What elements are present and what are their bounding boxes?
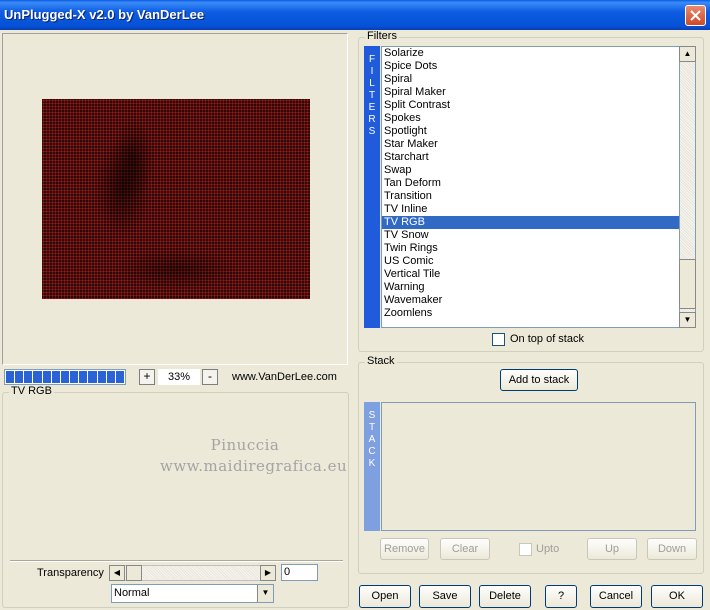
zoom-out-button[interactable]: - [202,369,218,385]
scroll-right-icon[interactable]: ▶ [260,565,276,581]
filter-item[interactable]: US Comic [382,255,679,268]
filters-tab[interactable]: FILTERS [364,46,380,328]
zoom-in-button[interactable]: + [139,369,155,385]
ok-button[interactable]: OK [651,585,703,608]
stack-tab-letter: T [368,422,376,433]
filter-item[interactable]: Spiral Maker [382,86,679,99]
filter-item[interactable]: Wavemaker [382,294,679,307]
filter-item[interactable]: Zoomlens [382,307,679,320]
filter-item[interactable]: TV Inline [382,203,679,216]
filters-tab-letter: I [370,66,374,77]
stack-tab[interactable]: STACK [364,402,380,531]
progress-fill [6,371,125,383]
zoom-level: 33% [158,369,200,385]
filters-tab-letter: F [368,54,376,65]
title-bar[interactable]: UnPlugged-X v2.0 by VanDerLee [0,0,710,30]
help-button[interactable]: ? [545,585,577,608]
filter-item[interactable]: Transition [382,190,679,203]
filter-list[interactable]: Solarize Spice Dots Spiral Spiral Maker Spli… [381,46,679,328]
watermark-line-1: Pinuccia [210,436,280,454]
stack-tab-letter: A [368,434,376,445]
upto-label: Upto [536,543,560,555]
filter-item[interactable]: Warning [382,281,679,294]
down-button[interactable]: Down [647,538,697,560]
filters-tab-letter: R [368,114,376,125]
scroll-left-icon[interactable]: ◀ [109,565,125,581]
transparency-slider[interactable]: ◀ ▶ [109,565,276,581]
add-to-stack-button[interactable]: Add to stack [500,369,578,391]
params-divider [10,560,343,562]
scroll-thumb[interactable] [679,259,696,309]
params-group-label: TV RGB [9,385,54,397]
save-button[interactable]: Save [419,585,471,608]
delete-button[interactable]: Delete [479,585,531,608]
close-icon [690,10,701,21]
stack-tab-letter: K [368,458,376,469]
watermark: Pinuccia www.maidiregrafica.eu [160,435,348,477]
filter-item[interactable]: Spiral [382,73,679,86]
stack-tab-letter: S [368,410,376,421]
cancel-button[interactable]: Cancel [590,585,642,608]
window-title: UnPlugged-X v2.0 by VanDerLee [4,7,205,22]
filters-tab-letter: E [368,102,376,113]
filter-item[interactable]: Spokes [382,112,679,125]
chevron-down-icon[interactable]: ▼ [257,585,273,602]
close-button[interactable] [685,5,706,26]
scroll-up-icon[interactable]: ▲ [679,46,696,62]
plugin-window: UnPlugged-X v2.0 by VanDerLee + 33% - ww… [0,0,710,610]
blend-mode-select[interactable]: Normal ▼ [111,584,274,603]
open-button[interactable]: Open [359,585,411,608]
up-button[interactable]: Up [587,538,637,560]
filter-item[interactable]: Tan Deform [382,177,679,190]
render-progress-bar [4,369,126,385]
stack-list[interactable] [381,402,696,531]
on-top-label: On top of stack [510,333,584,345]
clear-button[interactable]: Clear [440,538,490,560]
on-top-checkbox[interactable] [492,333,505,346]
slider-thumb[interactable] [126,565,142,581]
filter-item[interactable]: Solarize [382,47,679,60]
filter-item[interactable]: TV Snow [382,229,679,242]
preview-image[interactable] [42,99,310,299]
filters-group-label: Filters [365,30,399,42]
filter-item[interactable]: Swap [382,164,679,177]
blend-mode-value: Normal [114,587,150,599]
stack-tab-letter: C [368,446,376,457]
transparency-input[interactable]: 0 [281,564,318,581]
remove-button[interactable]: Remove [380,538,429,560]
watermark-line-2: www.maidiregrafica.eu [160,457,348,475]
website-link[interactable]: www.VanDerLee.com [232,371,337,383]
filter-item[interactable]: Spotlight [382,125,679,138]
filter-item[interactable]: Split Contrast [382,99,679,112]
filter-item[interactable]: Star Maker [382,138,679,151]
filters-tab-letter: S [368,126,376,137]
filter-list-scrollbar[interactable]: ▲ ▼ [679,46,696,328]
scroll-down-icon[interactable]: ▼ [679,312,696,328]
filter-item[interactable]: Vertical Tile [382,268,679,281]
filter-item[interactable]: Spice Dots [382,60,679,73]
stack-group-label: Stack [365,355,397,367]
transparency-label: Transparency [37,567,104,579]
filter-item[interactable]: Starchart [382,151,679,164]
filter-item[interactable]: TV RGB [382,216,679,229]
upto-checkbox[interactable] [519,543,532,556]
filters-tab-letter: T [368,90,376,101]
filters-tab-letter: L [369,78,375,89]
preview-panel[interactable] [2,33,348,365]
filter-item[interactable]: Twin Rings [382,242,679,255]
